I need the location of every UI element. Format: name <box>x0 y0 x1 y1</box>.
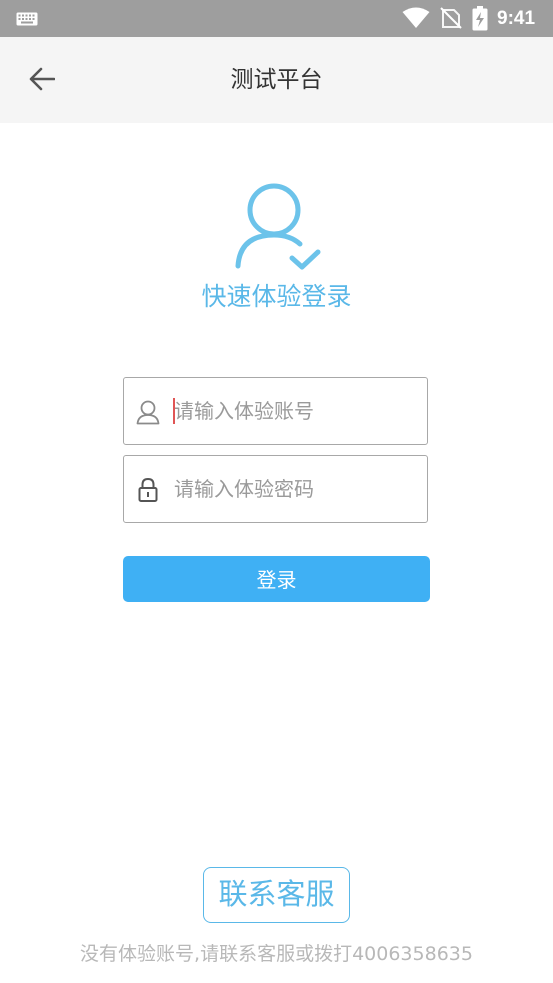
status-bar: 9:41 <box>0 0 553 37</box>
text-caret <box>173 398 175 424</box>
back-button[interactable] <box>22 61 62 101</box>
password-field <box>123 455 428 523</box>
account-input[interactable] <box>174 378 419 444</box>
contact-hint: 没有体验账号,请联系客服或拨打4006358635 <box>80 943 473 965</box>
contact-service-button[interactable]: 联系客服 <box>203 867 350 923</box>
keyboard-icon <box>16 11 38 30</box>
nav-bar: 测试平台 <box>0 37 553 123</box>
wifi-icon <box>402 7 430 33</box>
user-outline-icon <box>136 399 160 429</box>
account-field <box>123 377 428 445</box>
status-time: 9:41 <box>497 8 536 29</box>
no-sim-icon <box>440 7 462 33</box>
lock-icon <box>136 477 160 507</box>
arrow-left-icon <box>29 67 56 95</box>
quick-login-title: 快速体验登录 <box>201 282 352 311</box>
user-check-icon <box>230 180 325 279</box>
password-input[interactable] <box>174 456 419 522</box>
page-title: 测试平台 <box>230 67 323 93</box>
battery-charging-icon <box>472 6 488 35</box>
login-button[interactable]: 登录 <box>123 556 430 602</box>
